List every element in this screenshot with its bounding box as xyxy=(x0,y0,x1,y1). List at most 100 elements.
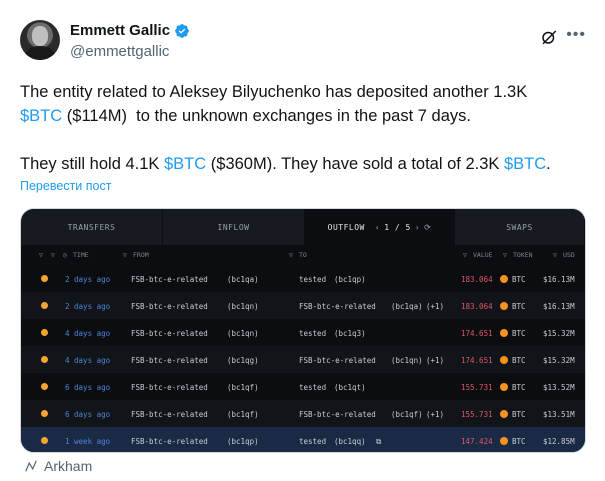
page-indicator: 1 / 5 xyxy=(384,222,411,232)
row-to-address[interactable]: (bc1qn) xyxy=(391,356,423,365)
col-token[interactable]: TOKEN xyxy=(513,251,533,259)
translate-link[interactable]: Перевести пост xyxy=(20,179,111,193)
filter-icon[interactable]: ▽ xyxy=(39,251,43,259)
row-to[interactable]: tested xyxy=(299,437,326,446)
tweet-text-segment: They still hold 4.1K xyxy=(20,155,164,173)
arkham-image-card[interactable]: TRANSFERS INFLOW OUTFLOW ‹ 1 / 5 › ⟳ SWA… xyxy=(20,208,586,453)
entity-dot-icon xyxy=(41,437,48,444)
table-row[interactable]: 2 days ago FSB-btc-e-related (bc1qa) tested… xyxy=(21,265,585,292)
row-from-address[interactable]: (bc1qf) xyxy=(227,383,259,392)
btc-icon xyxy=(500,329,508,337)
row-to-address[interactable]: (bc1qp) xyxy=(334,275,366,284)
col-usd[interactable]: USD xyxy=(563,251,575,259)
copy-icon[interactable]: ⧉ xyxy=(376,437,381,447)
tweet-text-segment: ($114M) to the unknown exchanges in the … xyxy=(62,107,471,125)
more-icon[interactable]: ••• xyxy=(566,26,586,44)
prev-page-icon[interactable]: ‹ xyxy=(375,223,380,232)
row-from-address[interactable]: (bc1qn) xyxy=(227,329,259,338)
row-time[interactable]: 2 days ago xyxy=(65,302,110,311)
author-name[interactable]: Emmett Gallic xyxy=(70,22,170,39)
row-to-address[interactable]: (bc1qa) xyxy=(391,302,423,311)
row-to[interactable]: tested xyxy=(299,383,326,392)
row-from-address[interactable]: (bc1qg) xyxy=(227,356,259,365)
row-to[interactable]: tested xyxy=(299,329,326,338)
filter-icon[interactable]: ▽ xyxy=(463,251,467,259)
next-page-icon[interactable]: › xyxy=(415,223,420,232)
row-to[interactable]: FSB-btc-e-related xyxy=(299,410,376,419)
col-from[interactable]: FROM xyxy=(133,251,149,259)
row-to[interactable]: FSB-btc-e-related xyxy=(299,302,376,311)
col-time[interactable]: TIME xyxy=(73,251,89,259)
filter-icon[interactable]: ▽ xyxy=(51,251,55,259)
row-from[interactable]: FSB-btc-e-related xyxy=(131,356,208,365)
row-token[interactable]: BTC xyxy=(512,383,526,392)
row-token[interactable]: BTC xyxy=(512,302,526,311)
table-row[interactable]: 4 days ago FSB-btc-e-related (bc1qg) FSB-bt… xyxy=(21,346,585,373)
row-token[interactable]: BTC xyxy=(512,410,526,419)
row-time[interactable]: 6 days ago xyxy=(65,383,110,392)
tweet-text-segment: ($360M). They have sold a total of 2.3K xyxy=(206,155,504,173)
filter-icon[interactable]: ▽ xyxy=(553,251,557,259)
grok-icon[interactable] xyxy=(540,28,558,46)
row-value: 183.064 xyxy=(461,302,493,311)
row-token[interactable]: BTC xyxy=(512,329,526,338)
row-time[interactable]: 4 days ago xyxy=(65,329,110,338)
tab-swaps[interactable]: SWAPS xyxy=(455,209,585,245)
source-name[interactable]: Arkham xyxy=(44,458,92,474)
row-from[interactable]: FSB-btc-e-related xyxy=(131,275,208,284)
row-from[interactable]: FSB-btc-e-related xyxy=(131,437,208,446)
filter-icon[interactable]: ▽ xyxy=(123,251,127,259)
col-to[interactable]: TO xyxy=(299,251,307,259)
row-from-address[interactable]: (bc1qf) xyxy=(227,410,259,419)
author-handle[interactable]: @emmettgallic xyxy=(70,43,169,60)
col-value[interactable]: VALUE xyxy=(473,251,493,259)
row-value: 147.424 xyxy=(461,437,493,446)
cashtag-link[interactable]: $BTC xyxy=(20,107,62,125)
table-row[interactable]: 1 week ago FSB-btc-e-related (bc1qp) tested… xyxy=(21,427,585,452)
table-row[interactable]: 6 days ago FSB-btc-e-related (bc1qf) FSB-bt… xyxy=(21,400,585,427)
table-row[interactable]: 6 days ago FSB-btc-e-related (bc1qf) tested… xyxy=(21,373,585,400)
row-usd: $13.52M xyxy=(543,383,575,392)
row-token[interactable]: BTC xyxy=(512,437,526,446)
table-row[interactable]: 4 days ago FSB-btc-e-related (bc1qn) tested… xyxy=(21,319,585,346)
row-token[interactable]: BTC xyxy=(512,275,526,284)
cashtag-link[interactable]: $BTC xyxy=(164,155,206,173)
row-time[interactable]: 2 days ago xyxy=(65,275,110,284)
chart-icon xyxy=(25,460,37,472)
tab-outflow-label: OUTFLOW xyxy=(327,222,365,232)
tab-outflow[interactable]: OUTFLOW ‹ 1 / 5 › ⟳ xyxy=(305,209,455,245)
card-tabs: TRANSFERS INFLOW OUTFLOW ‹ 1 / 5 › ⟳ SWA… xyxy=(21,209,585,245)
row-token[interactable]: BTC xyxy=(512,356,526,365)
row-to-address[interactable]: (bc1qq) xyxy=(334,437,366,446)
filter-icon[interactable]: ▽ xyxy=(503,251,507,259)
row-value: 155.731 xyxy=(461,410,493,419)
avatar[interactable] xyxy=(20,20,60,60)
row-time[interactable]: 4 days ago xyxy=(65,356,110,365)
refresh-icon[interactable]: ⟳ xyxy=(424,223,431,232)
row-from[interactable]: FSB-btc-e-related xyxy=(131,383,208,392)
btc-icon xyxy=(500,383,508,391)
row-time[interactable]: 6 days ago xyxy=(65,410,110,419)
row-from-address[interactable]: (bc1qp) xyxy=(227,437,259,446)
row-to[interactable]: FSB-btc-e-related xyxy=(299,356,376,365)
row-from-address[interactable]: (bc1qa) xyxy=(227,275,259,284)
row-usd: $12.85M xyxy=(543,437,575,446)
table-row[interactable]: 2 days ago FSB-btc-e-related (bc1qn) FSB-bt… xyxy=(21,292,585,319)
row-from[interactable]: FSB-btc-e-related xyxy=(131,410,208,419)
row-from-address[interactable]: (bc1qn) xyxy=(227,302,259,311)
row-to-address[interactable]: (bc1q3) xyxy=(334,329,366,338)
row-usd: $13.51M xyxy=(543,410,575,419)
row-to-address[interactable]: (bc1qf) xyxy=(391,410,423,419)
filter-icon[interactable]: ▽ xyxy=(289,251,293,259)
row-from[interactable]: FSB-btc-e-related xyxy=(131,329,208,338)
cashtag-link[interactable]: $BTC xyxy=(504,155,546,173)
tab-transfers[interactable]: TRANSFERS xyxy=(21,209,163,245)
row-usd: $16.13M xyxy=(543,275,575,284)
row-from[interactable]: FSB-btc-e-related xyxy=(131,302,208,311)
row-to-address[interactable]: (bc1qt) xyxy=(334,383,366,392)
tab-inflow[interactable]: INFLOW xyxy=(163,209,305,245)
verified-badge-icon xyxy=(175,23,189,38)
row-usd: $16.13M xyxy=(543,302,575,311)
row-to[interactable]: tested xyxy=(299,275,326,284)
row-time[interactable]: 1 week ago xyxy=(65,437,110,446)
